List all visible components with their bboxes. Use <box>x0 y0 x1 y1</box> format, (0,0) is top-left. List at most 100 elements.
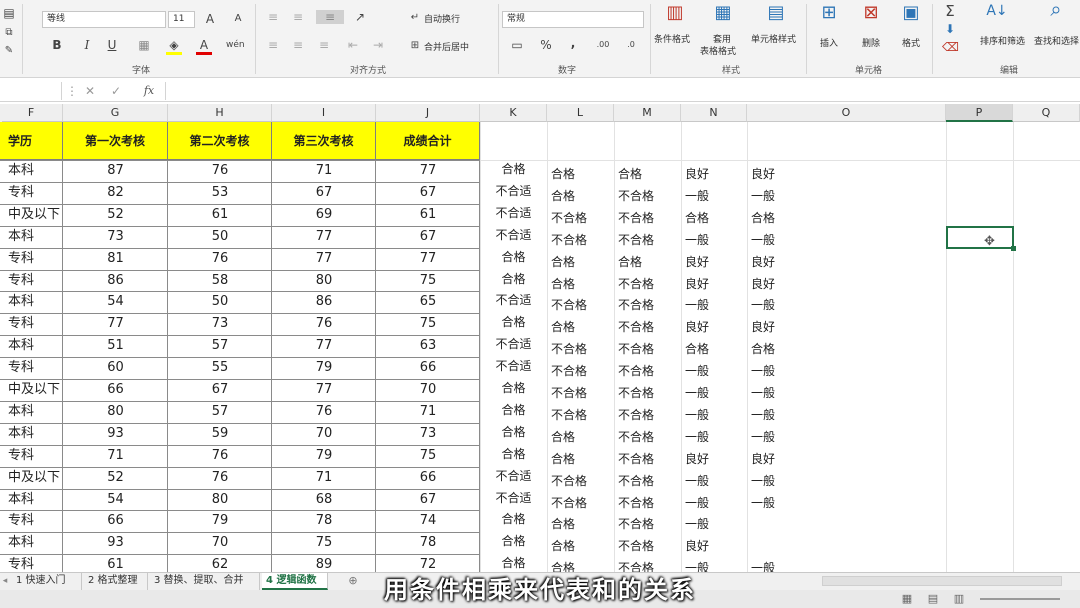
fill-color-icon[interactable]: ◈ <box>166 38 182 55</box>
table-cell[interactable]: 良好 <box>681 254 747 270</box>
page-layout-view-icon[interactable]: ▤ <box>926 592 940 606</box>
table-cell[interactable]: 一般 <box>681 385 747 401</box>
table-cell[interactable]: 66 <box>63 379 168 401</box>
column-header[interactable]: K <box>480 104 547 122</box>
column-header[interactable]: J <box>376 104 480 122</box>
table-cell[interactable]: 76 <box>272 313 376 335</box>
table-cell[interactable]: 不合格 <box>547 341 614 357</box>
table-cell[interactable]: 不合适 <box>480 490 547 506</box>
table-cell[interactable]: 一般 <box>747 385 946 401</box>
sheet-tab[interactable]: 1 快速入门 <box>12 573 82 590</box>
table-cell[interactable]: 良好 <box>681 451 747 467</box>
table-cell[interactable]: 86 <box>272 291 376 313</box>
comma-button[interactable]: , <box>566 36 580 50</box>
autosum-icon[interactable]: Σ <box>942 4 958 19</box>
decrease-decimal-icon[interactable]: .0 <box>622 38 640 52</box>
wrap-text-button[interactable]: 自动换行 <box>424 12 460 25</box>
table-cell[interactable]: 良好 <box>747 254 946 270</box>
table-cell[interactable]: 合格 <box>747 341 946 357</box>
table-cell[interactable]: 良好 <box>681 276 747 292</box>
format-button[interactable]: 格式 <box>902 36 920 49</box>
table-cell[interactable]: 不合格 <box>614 341 681 357</box>
table-cell[interactable]: 不合格 <box>614 188 681 204</box>
horizontal-scrollbar[interactable] <box>822 576 1062 586</box>
table-cell[interactable]: 专科 <box>0 313 63 335</box>
table-cell[interactable]: 78 <box>376 532 480 554</box>
table-cell[interactable]: 73 <box>63 226 168 248</box>
table-cell[interactable]: 不合格 <box>614 210 681 226</box>
normal-view-icon[interactable]: ▦ <box>900 592 914 606</box>
table-cell[interactable]: 一般 <box>747 188 946 204</box>
align-top-icon[interactable]: ≡ <box>265 10 281 24</box>
percent-button[interactable]: % <box>538 38 554 52</box>
table-cell[interactable]: 良好 <box>747 451 946 467</box>
copy-icon[interactable]: ⧉ <box>2 26 16 40</box>
font-color-button[interactable]: A <box>196 38 212 55</box>
table-cell[interactable]: 本科 <box>0 160 63 182</box>
table-cell[interactable]: 57 <box>168 401 272 423</box>
table-cell[interactable]: 65 <box>376 291 480 313</box>
table-cell[interactable]: 93 <box>63 532 168 554</box>
column-header[interactable]: Q <box>1013 104 1080 122</box>
table-cell[interactable]: 一般 <box>747 495 946 511</box>
table-cell[interactable]: 本科 <box>0 335 63 357</box>
table-cell[interactable]: 71 <box>272 467 376 489</box>
table-cell[interactable]: 不合格 <box>547 407 614 423</box>
align-center-icon[interactable]: ≡ <box>290 38 306 52</box>
number-format-select[interactable]: 常规 <box>502 11 644 28</box>
table-cell[interactable]: 76 <box>168 160 272 182</box>
table-cell[interactable]: 79 <box>168 510 272 532</box>
format-painter-icon[interactable]: ✎ <box>2 44 16 58</box>
table-cell[interactable]: 合格 <box>547 166 614 182</box>
table-cell[interactable]: 51 <box>63 335 168 357</box>
table-cell[interactable]: 不合适 <box>480 205 547 221</box>
delete-cells-icon[interactable]: ⊠ <box>858 4 884 22</box>
table-cell[interactable]: 不合格 <box>547 385 614 401</box>
table-cell[interactable]: 不合适 <box>480 468 547 484</box>
table-cell[interactable]: 不合格 <box>614 451 681 467</box>
table-cell[interactable]: 专科 <box>0 357 63 379</box>
increase-decimal-icon[interactable]: .00 <box>594 38 612 52</box>
increase-indent-icon[interactable]: ⇥ <box>370 38 386 52</box>
table-cell[interactable]: 良好 <box>681 319 747 335</box>
column-header[interactable]: P <box>946 104 1013 122</box>
column-header[interactable]: O <box>747 104 946 122</box>
table-cell[interactable]: 不合格 <box>614 473 681 489</box>
orientation-icon[interactable]: ↗ <box>352 10 368 24</box>
column-header[interactable]: N <box>681 104 747 122</box>
table-cell[interactable]: 不合格 <box>547 232 614 248</box>
table-cell[interactable]: 一般 <box>681 297 747 313</box>
table-cell[interactable] <box>747 516 946 532</box>
table-cell[interactable]: 67 <box>376 489 480 511</box>
table-cell[interactable]: 一般 <box>681 188 747 204</box>
table-cell[interactable]: 77 <box>376 160 480 182</box>
table-cell[interactable]: 54 <box>63 489 168 511</box>
table-cell[interactable]: 一般 <box>747 407 946 423</box>
merge-center-icon[interactable]: ⊞ <box>408 39 422 53</box>
table-cell[interactable]: 87 <box>63 160 168 182</box>
table-cell[interactable]: 79 <box>272 357 376 379</box>
table-cell[interactable]: 79 <box>272 445 376 467</box>
accounting-icon[interactable]: ▭ <box>508 38 526 52</box>
table-cell[interactable]: 不合格 <box>614 538 681 554</box>
table-cell[interactable]: 一般 <box>747 429 946 445</box>
conditional-format-icon[interactable]: ▥ <box>662 4 688 22</box>
align-bottom-icon[interactable]: ≡ <box>316 10 344 24</box>
table-cell[interactable]: 合格 <box>480 161 547 177</box>
table-cell[interactable]: 82 <box>63 182 168 204</box>
italic-button[interactable]: I <box>80 38 94 52</box>
table-cell[interactable]: 合格 <box>681 341 747 357</box>
table-cell[interactable]: 76 <box>168 467 272 489</box>
paste-icon[interactable]: ▤ <box>2 6 16 20</box>
table-cell[interactable]: 本科 <box>0 291 63 313</box>
table-cell[interactable]: 合格 <box>547 254 614 270</box>
table-cell[interactable]: 合格 <box>547 276 614 292</box>
table-cell[interactable]: 良好 <box>747 166 946 182</box>
table-cell[interactable]: 不合适 <box>480 292 547 308</box>
table-cell[interactable]: 合格 <box>547 429 614 445</box>
table-cell[interactable]: 80 <box>168 489 272 511</box>
table-cell[interactable]: 合格 <box>480 380 547 396</box>
table-cell[interactable]: 合格 <box>547 188 614 204</box>
table-cell[interactable]: 本科 <box>0 489 63 511</box>
table-cell[interactable]: 75 <box>376 270 480 292</box>
